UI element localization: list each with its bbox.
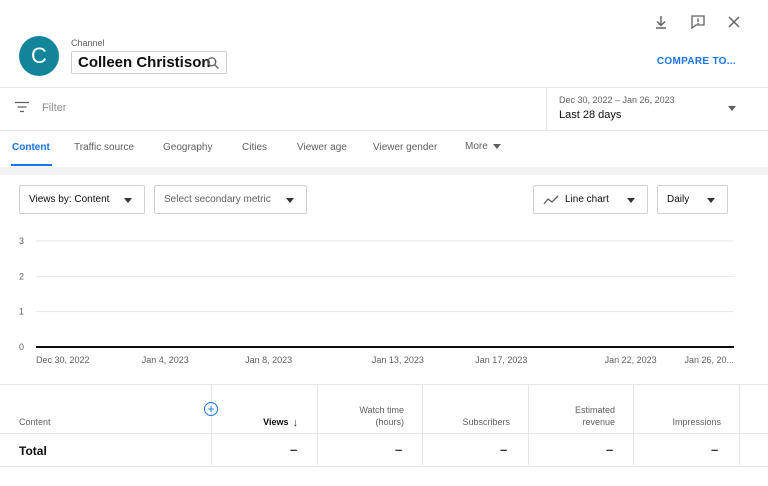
add-metric-button[interactable]: +: [204, 402, 218, 416]
download-icon[interactable]: [651, 12, 671, 32]
x-tick-label: Jan 4, 2023: [142, 355, 189, 365]
column-header-revenue-line1: Estimated: [574, 405, 615, 415]
section-separator: [0, 167, 768, 175]
column-header-views-label: Views: [263, 417, 289, 427]
divider: [0, 384, 768, 385]
column-divider: [317, 385, 318, 465]
line-chart-icon: [543, 195, 559, 204]
divider: [0, 466, 768, 467]
close-icon[interactable]: [724, 12, 744, 32]
chart-type-label: Line chart: [565, 194, 609, 205]
total-watch-time-value: –: [395, 442, 403, 457]
column-header-views[interactable]: Views ↓: [263, 416, 298, 429]
y-tick-label: 1: [19, 307, 24, 317]
column-header-estimated-revenue[interactable]: Estimated revenue: [575, 404, 615, 428]
divider: [0, 433, 768, 434]
column-header-watch-time[interactable]: Watch time (hours): [359, 404, 404, 428]
column-header-watch-time-line2: (hours): [375, 417, 404, 427]
feedback-icon[interactable]: [688, 12, 708, 32]
x-tick-label: Jan 8, 2023: [245, 355, 292, 365]
column-header-subscribers[interactable]: Subscribers: [462, 416, 510, 428]
column-divider: [739, 385, 740, 465]
column-divider: [528, 385, 529, 465]
chevron-down-icon: [286, 198, 294, 203]
y-tick-label: 3: [19, 236, 24, 246]
arrow-down-icon: ↓: [292, 417, 299, 429]
tab-bar: Content Traffic source Geography Cities …: [0, 131, 768, 167]
date-range-text: Dec 30, 2022 – Jan 26, 2023: [559, 95, 675, 105]
tab-viewer-gender[interactable]: Viewer gender: [373, 142, 437, 153]
secondary-metric-label: Select secondary metric: [164, 194, 271, 205]
primary-metric-label: Views by: Content: [29, 194, 110, 205]
chevron-down-icon: [707, 198, 715, 203]
primary-metric-dropdown[interactable]: Views by: Content: [19, 185, 145, 214]
date-range-picker[interactable]: Dec 30, 2022 – Jan 26, 2023 Last 28 days: [546, 88, 748, 130]
channel-name: Colleen Christison: [78, 54, 211, 71]
tab-cities[interactable]: Cities: [242, 142, 267, 153]
channel-label: Channel: [71, 38, 105, 48]
granularity-dropdown[interactable]: Daily: [657, 185, 728, 214]
tab-geography[interactable]: Geography: [163, 142, 212, 153]
line-chart: 0 1 2 3 Dec 30, 2022 Jan 4, 2023 Jan 8, 2023 Ja…: [19, 236, 734, 365]
x-tick-label: Jan 26, 20...: [684, 355, 734, 365]
x-tick-label: Jan 17, 2023: [475, 355, 527, 365]
total-revenue-value: –: [606, 442, 614, 457]
tab-traffic-source[interactable]: Traffic source: [74, 142, 134, 153]
tab-more-label: More: [465, 141, 488, 152]
granularity-label: Daily: [667, 194, 690, 205]
chevron-down-icon: [728, 106, 736, 111]
search-icon[interactable]: [206, 56, 220, 70]
tab-viewer-age[interactable]: Viewer age: [297, 142, 347, 153]
tab-content[interactable]: Content: [12, 142, 50, 153]
avatar: C: [19, 36, 59, 76]
date-preset-label: Last 28 days: [559, 109, 622, 121]
chevron-down-icon: [627, 198, 635, 203]
column-divider: [422, 385, 423, 465]
tab-more[interactable]: More: [465, 141, 501, 152]
total-subscribers-value: –: [500, 442, 508, 457]
avatar-letter: C: [31, 43, 47, 68]
total-views-value: –: [290, 442, 298, 457]
column-header-impressions[interactable]: Impressions: [672, 416, 721, 428]
chevron-down-icon: [492, 143, 501, 149]
x-tick-label: Jan 13, 2023: [372, 355, 424, 365]
channel-search-field[interactable]: Colleen Christison: [71, 51, 227, 74]
compare-to-button[interactable]: COMPARE TO...: [657, 56, 736, 67]
y-tick-label: 0: [19, 342, 24, 352]
x-tick-label: Dec 30, 2022: [36, 355, 90, 365]
secondary-metric-dropdown[interactable]: Select secondary metric: [154, 185, 307, 214]
column-header-content[interactable]: Content: [19, 416, 51, 428]
total-row-label: Total: [19, 444, 47, 458]
column-divider: [633, 385, 634, 465]
x-tick-label: Jan 22, 2023: [605, 355, 657, 365]
active-tab-indicator: [11, 164, 52, 166]
filter-icon[interactable]: [14, 101, 30, 113]
chart-type-dropdown[interactable]: Line chart: [533, 185, 648, 214]
total-impressions-value: –: [711, 442, 719, 457]
column-divider: [211, 385, 212, 465]
filter-input[interactable]: Filter: [42, 102, 66, 114]
column-header-watch-time-line1: Watch time: [359, 405, 404, 415]
chevron-down-icon: [124, 198, 132, 203]
column-header-revenue-line2: revenue: [582, 417, 615, 427]
y-tick-label: 2: [19, 271, 24, 281]
